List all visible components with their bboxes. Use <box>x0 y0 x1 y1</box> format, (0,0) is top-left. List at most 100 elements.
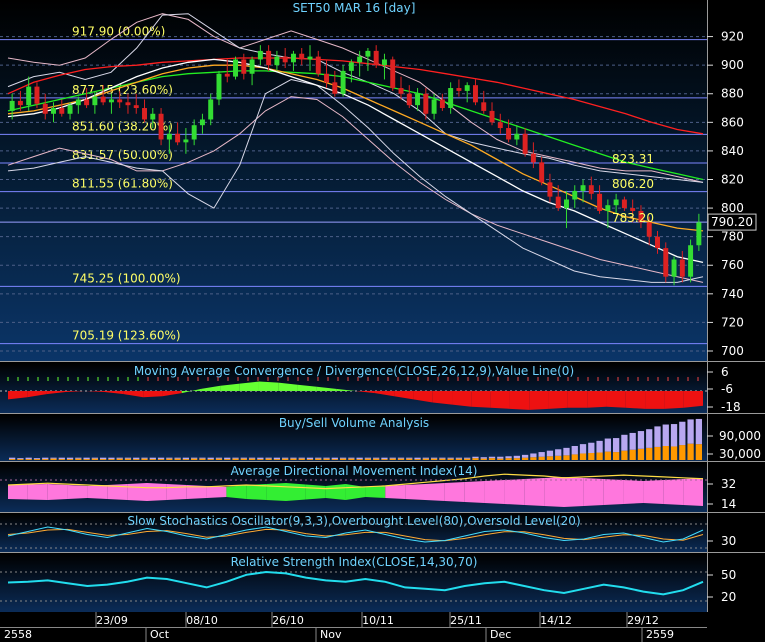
date-label-5: 14/12 <box>540 614 572 627</box>
volume-sell-bar-30 <box>257 457 264 460</box>
volume-buy-bar-82 <box>687 443 694 460</box>
candle-body-18 <box>158 113 164 140</box>
volume-buy-bar-70 <box>588 453 595 460</box>
volume-sell-bar-80 <box>670 424 678 447</box>
volume-sell-bar-33 <box>282 457 289 459</box>
macd-area-29 <box>567 391 588 408</box>
volume-sell-bar-8 <box>75 457 82 459</box>
y-tick-label-4: 840 <box>721 144 744 158</box>
volume-buy-bar-29 <box>248 458 256 460</box>
candle-body-53 <box>448 88 454 109</box>
macd-area-25 <box>490 391 510 409</box>
macd-area-23 <box>452 391 472 407</box>
macd-tick-label-0: 6 <box>721 365 729 379</box>
volume-sell-bar-31 <box>265 457 272 459</box>
candle-body-14 <box>125 102 131 106</box>
dmi-area-18 <box>365 486 386 498</box>
volume-sell-bar-62 <box>521 454 529 458</box>
dmi-area-29 <box>583 478 604 506</box>
volume-buy-bar-61 <box>513 458 520 460</box>
volume-sell-bar-56 <box>472 456 479 459</box>
volume-sell-bar-73 <box>612 438 620 453</box>
volume-buy-bar-40 <box>339 458 347 460</box>
candle-body-39 <box>332 82 338 94</box>
volume-buy-bar-10 <box>91 458 99 460</box>
volume-sell-bar-23 <box>199 457 206 459</box>
volume-buy-bar-2 <box>25 459 32 460</box>
candle-body-74 <box>621 199 627 209</box>
y-tick-label-11: 700 <box>721 344 744 358</box>
macd-tick-label-2: -18 <box>721 400 741 414</box>
volume-sell-bar-49 <box>414 457 421 460</box>
volume-buy-bar-18 <box>157 459 165 460</box>
candle-body-32 <box>274 56 280 66</box>
dmi-area-7 <box>147 483 167 501</box>
candle-body-20 <box>175 133 181 143</box>
candle-body-9 <box>84 99 90 106</box>
dmi-area-28 <box>564 477 584 507</box>
volume-buy-bar-79 <box>662 446 669 460</box>
candle-body-11 <box>100 96 106 103</box>
candle-body-64 <box>539 162 545 183</box>
macd-area-13 <box>258 381 279 391</box>
dmi-area-3 <box>67 485 88 499</box>
volume-buy-bar-41 <box>348 458 355 460</box>
volume-sell-bar-79 <box>662 424 669 446</box>
dmi-area-6 <box>127 483 147 501</box>
dmi-tick-label-1: 14 <box>721 497 736 511</box>
candle-body-42 <box>357 56 363 63</box>
stock-chart: 920900880860840820800780760740720700917.… <box>0 0 765 642</box>
dmi-area-33 <box>663 479 684 505</box>
volume-sell-bar-52 <box>439 457 446 459</box>
volume-sell-bar-54 <box>455 457 463 459</box>
macd-tick-label-1: -6 <box>721 382 733 396</box>
volume-buy-bar-78 <box>654 446 661 460</box>
volume-sell-bar-37 <box>315 457 322 459</box>
dmi-area-12 <box>246 484 267 500</box>
candle-body-38 <box>324 73 330 83</box>
volume-buy-bar-33 <box>282 458 289 460</box>
volume-buy-bar-58 <box>488 458 496 460</box>
candle-body-79 <box>663 248 669 277</box>
candle-body-70 <box>588 185 594 194</box>
year-label-1: 2559 <box>646 628 674 641</box>
volume-sell-bar-60 <box>505 456 512 459</box>
date-label-4: 25/11 <box>450 614 482 627</box>
volume-buy-bar-67 <box>563 455 570 460</box>
volume-buy-bar-12 <box>108 459 115 460</box>
volume-buy-bar-1 <box>17 459 24 460</box>
volume-sell-bar-43 <box>364 457 372 459</box>
candle-body-25 <box>216 73 222 100</box>
volume-sell-bar-18 <box>157 457 165 460</box>
volume-sell-bar-21 <box>182 457 190 460</box>
date-label-1: 08/10 <box>186 614 218 627</box>
volume-buy-bar-19 <box>166 458 173 460</box>
volume-buy-bar-56 <box>472 458 479 460</box>
volume-buy-bar-74 <box>621 450 628 460</box>
candle-body-36 <box>307 56 313 60</box>
volume-sell-bar-64 <box>538 452 545 457</box>
volume-buy-bar-34 <box>290 458 297 460</box>
macd-area-32 <box>625 391 646 409</box>
candle-body-41 <box>348 62 354 71</box>
volume-buy-bar-26 <box>224 459 231 460</box>
volume-buy-bar-14 <box>124 458 132 460</box>
current-price-label: 790.20 <box>711 215 753 229</box>
volume-sell-bar-81 <box>679 421 686 446</box>
volume-buy-bar-20 <box>174 458 181 460</box>
candle-body-68 <box>572 190 578 200</box>
month-label-0: Oct <box>150 628 170 641</box>
volume-sell-bar-9 <box>83 457 90 460</box>
fib-label-6: 705.19 (123.60%) <box>72 329 181 343</box>
volume-buy-bar-15 <box>133 459 140 460</box>
candle-body-58 <box>489 110 495 123</box>
volume-buy-bar-83 <box>695 444 702 460</box>
candle-body-78 <box>655 236 660 249</box>
volume-buy-bar-13 <box>116 458 123 460</box>
candle-body-63 <box>530 153 536 163</box>
volume-buy-bar-44 <box>373 458 380 460</box>
candle-body-54 <box>456 88 462 91</box>
volume-sell-bar-82 <box>687 419 694 444</box>
volume-buy-bar-77 <box>646 447 653 460</box>
date-label-0: 23/09 <box>96 614 128 627</box>
